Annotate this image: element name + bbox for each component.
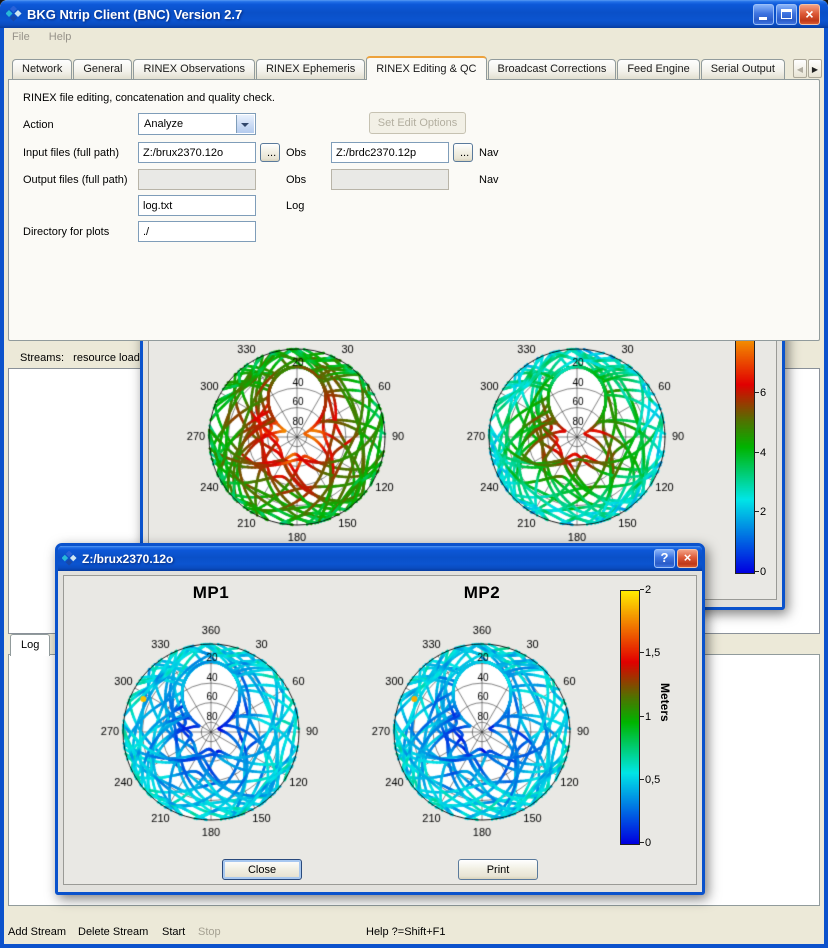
tab-feed-engine[interactable]: Feed Engine [617,59,699,79]
menu-bar: File Help [4,28,824,48]
colorbar-tick-mark [640,652,644,653]
colorbar-tick-mark [755,452,759,453]
input-nav-field[interactable] [331,142,449,163]
mp-colorbar-axis-label: Meters [658,683,672,722]
output-nav-field [331,169,449,190]
input-obs-tag: Obs [286,147,306,159]
window-title: BKG Ntrip Client (BNC) Version 2.7 [27,7,753,22]
tab-rinex-editing-qc[interactable]: RINEX Editing & QC [366,56,486,80]
mp-close-button[interactable]: Close [222,859,302,880]
add-stream-action[interactable]: Add Stream [8,926,66,938]
colorbar-tick-label: 0 [760,566,766,578]
close-button[interactable]: × [799,4,820,25]
mp1-skyplot [96,617,326,847]
colorbar-tick-label: 0 [645,837,651,849]
mp-dialog-help-button[interactable]: ? [654,549,675,568]
plots-dir-field[interactable] [138,221,256,242]
output-obs-tag: Obs [286,174,306,186]
tab-rinex-ephemeris[interactable]: RINEX Ephemeris [256,59,365,79]
help-hint: Help ?=Shift+F1 [366,926,446,938]
maximize-button[interactable] [776,4,797,25]
input-nav-tag: Nav [479,147,499,159]
mp-dialog-title: Z:/brux2370.12o [82,552,652,566]
mp-dialog-titlebar[interactable]: Z:/brux2370.12o ? × [58,546,702,571]
colorbar-tick-mark [640,716,644,717]
menu-help[interactable]: Help [41,28,80,43]
log-file-field[interactable] [138,195,256,216]
maximize-icon [781,9,792,19]
mp-dialog-close-button[interactable]: × [677,549,698,568]
set-edit-options-button: Set Edit Options [369,112,466,134]
snr2-skyplot [462,322,692,552]
mp-plot-window: Z:/brux2370.12o ? × MP1 MP2 2 1,5 1 0,5 0 Me… [55,543,705,895]
rinex-editing-qc-panel: RINEX file editing, concatenation and qu… [8,79,820,341]
tab-scroll-right-icon[interactable]: ▶ [808,59,822,78]
tab-network[interactable]: Network [12,59,72,79]
snr1-skyplot [182,322,412,552]
bnc-application: BKG Ntrip Client (BNC) Version 2.7 × Fil… [0,0,828,948]
window-border-right [824,28,828,944]
minimize-button[interactable] [753,4,774,25]
bnc-app-icon [6,6,22,22]
tab-serial-output[interactable]: Serial Output [701,59,785,79]
colorbar-tick-label: 2 [645,584,651,596]
panel-description: RINEX file editing, concatenation and qu… [23,92,275,104]
colorbar-tick-mark [640,589,644,590]
bnc-dialog-icon [62,551,77,566]
colorbar-tick-mark [755,571,759,572]
browse-nav-button[interactable]: ... [453,143,473,162]
input-obs-field[interactable] [138,142,256,163]
window-controls: × [753,4,820,25]
action-selected-value: Analyze [144,118,183,130]
output-files-label: Output files (full path) [23,174,128,186]
mp2-plot-title: MP2 [367,583,597,603]
stop-action: Stop [198,926,221,938]
delete-stream-action[interactable]: Delete Stream [78,926,148,938]
output-obs-field [138,169,256,190]
streams-header: Streams: resource load [20,352,140,364]
colorbar-gradient [735,310,755,574]
mp-print-button[interactable]: Print [458,859,538,880]
menu-file[interactable]: File [4,28,38,43]
dropdown-arrow-icon[interactable] [236,115,254,133]
bottom-action-bar: Add Stream Delete Stream Start Stop Help… [0,906,828,944]
colorbar-tick-mark [755,392,759,393]
tab-rinex-observations[interactable]: RINEX Observations [133,59,254,79]
tab-broadcast-corrections[interactable]: Broadcast Corrections [488,59,617,79]
colorbar-tick-mark [640,779,644,780]
input-files-label: Input files (full path) [23,147,119,159]
window-border-left [0,28,4,944]
colorbar-tick-label: 1,5 [645,647,660,659]
colorbar-gradient [620,590,640,845]
colorbar-tick-mark [755,511,759,512]
action-label: Action [23,119,54,131]
colorbar-tick-label: 1 [645,711,651,723]
tab-scroll-buttons: ◀ ▶ [793,59,822,78]
mp1-plot-title: MP1 [96,583,326,603]
output-nav-tag: Nav [479,174,499,186]
action-select[interactable]: Analyze [138,113,256,135]
log-file-tag: Log [286,200,304,212]
minimize-icon [759,17,767,20]
tab-log[interactable]: Log [10,634,50,656]
browse-obs-button[interactable]: ... [260,143,280,162]
mp-dialog-body: MP1 MP2 2 1,5 1 0,5 0 Meters Close Print [58,571,702,892]
colorbar-tick-label: 6 [760,387,766,399]
tab-scroll-left-icon[interactable]: ◀ [793,59,807,78]
main-titlebar[interactable]: BKG Ntrip Client (BNC) Version 2.7 × [0,0,828,28]
window-border-bottom [0,944,828,948]
start-action[interactable]: Start [162,926,185,938]
tab-general[interactable]: General [73,59,132,79]
colorbar-tick-label: 0,5 [645,774,660,786]
colorbar-tick-mark [640,842,644,843]
tab-bar: Network General RINEX Observations RINEX… [12,56,786,80]
snr-colorbar: 86420 [735,310,779,572]
colorbar-tick-label: 4 [760,447,766,459]
colorbar-tick-label: 2 [760,506,766,518]
mp2-skyplot [367,617,597,847]
plots-dir-label: Directory for plots [23,226,109,238]
